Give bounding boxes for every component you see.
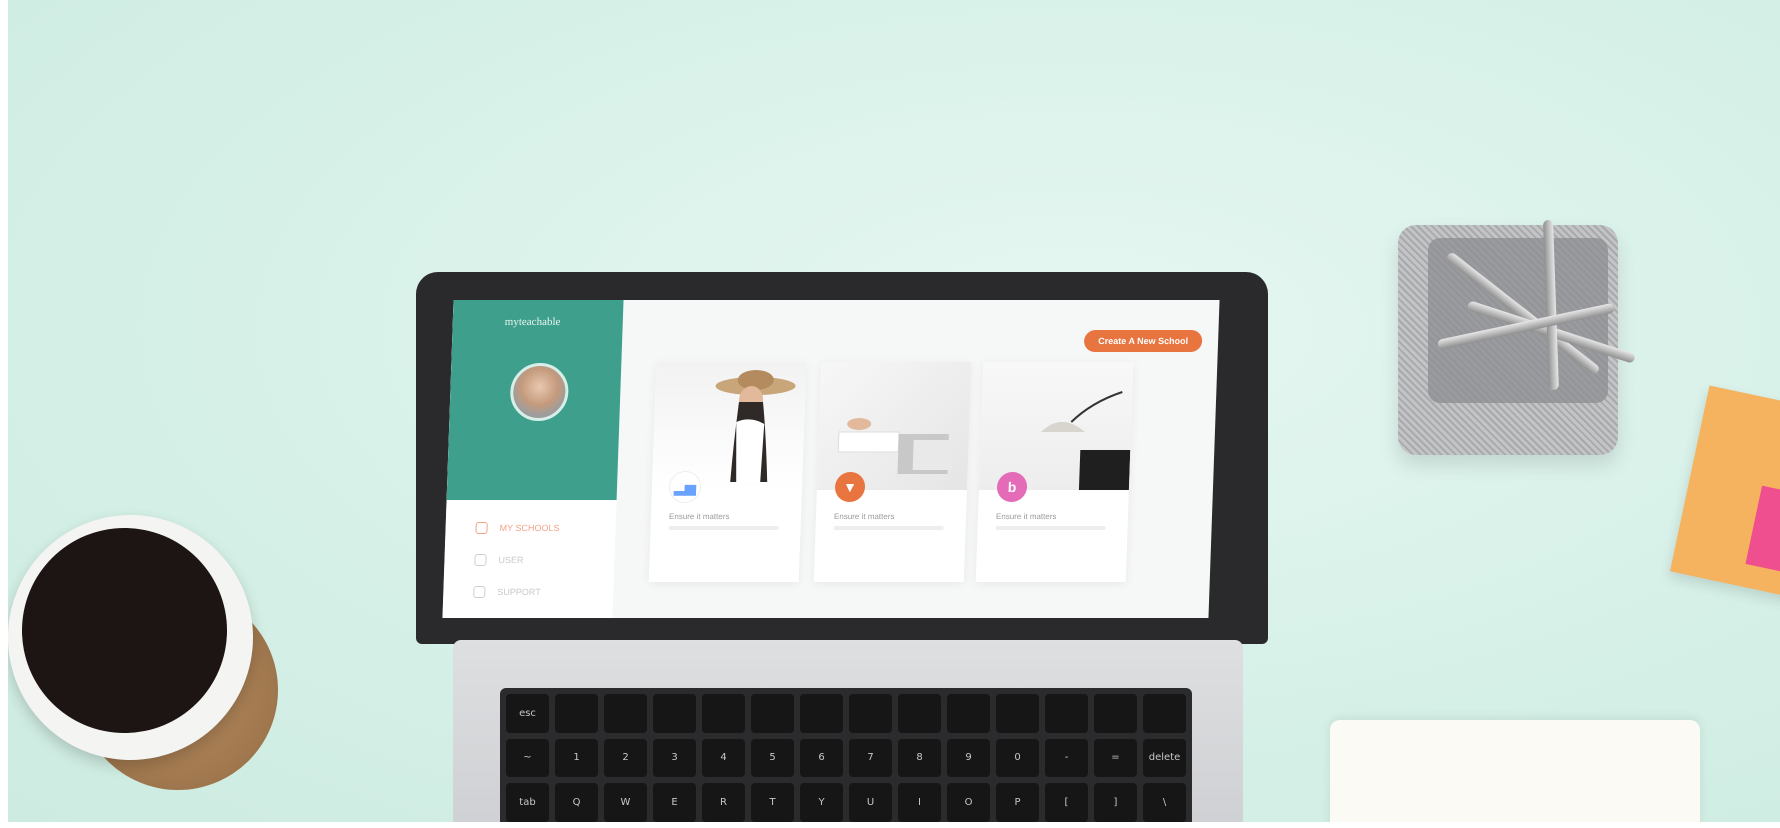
keyboard-key: T	[751, 783, 794, 822]
card-image	[978, 362, 1134, 490]
keyboard-key: 3	[653, 738, 696, 778]
school-card[interactable]: ▼ Ensure it matters	[813, 362, 972, 582]
card-title: Ensure it matters	[995, 512, 1057, 521]
menu-item-support[interactable]: SUPPORT	[473, 582, 614, 602]
keyboard-key	[898, 694, 941, 733]
keyboard-key: Y	[800, 783, 843, 822]
card-title: Ensure it matters	[833, 512, 895, 521]
menu-item-schools[interactable]: MY SCHOOLS	[475, 518, 616, 538]
user-icon	[474, 554, 487, 566]
create-school-button[interactable]: Create A New School	[1083, 330, 1203, 352]
card-image	[816, 362, 972, 490]
keyboard-key: =	[1094, 738, 1137, 778]
sidebar: myteachable MY SCHOOLS USER SUPPORT	[442, 300, 624, 618]
keyboard-key	[947, 694, 990, 733]
keyboard-key	[555, 694, 598, 733]
keyboard-key: 2	[604, 738, 647, 778]
keyboard-key: U	[849, 783, 892, 822]
keyboard-key: 9	[947, 738, 990, 778]
keyboard-key: 4	[702, 738, 745, 778]
keyboard-key: \	[1143, 783, 1186, 822]
menu-item-user[interactable]: USER	[474, 550, 615, 570]
keyboard-key: ~	[506, 738, 549, 778]
card-subtitle-placeholder	[833, 526, 944, 530]
lamp-image	[1040, 391, 1131, 490]
chart-icon: ▂▅	[669, 472, 701, 502]
sidebar-profile-panel: myteachable	[446, 300, 624, 500]
woman-with-hat-image	[715, 370, 796, 482]
desk-workspace-image	[837, 418, 954, 474]
menu-item-label: USER	[498, 555, 524, 565]
keyboard-key: tab	[506, 783, 549, 822]
avatar	[509, 363, 570, 421]
coffee	[22, 528, 227, 733]
keyboard-key	[604, 694, 647, 733]
keyboard-key: [	[1045, 783, 1088, 822]
keyboard-key: 5	[751, 738, 794, 778]
keyboard-key: W	[604, 783, 647, 822]
notepad	[1330, 720, 1700, 822]
keyboard-key: 0	[996, 738, 1039, 778]
school-card[interactable]: b Ensure it matters	[975, 362, 1134, 582]
keyboard-key: Q	[555, 783, 598, 822]
keyboard-key: 6	[800, 738, 843, 778]
keyboard-key: esc	[506, 694, 549, 733]
support-icon	[473, 586, 486, 598]
keyboard-key: O	[947, 783, 990, 822]
school-card[interactable]: ▂▅ Ensure it matters	[648, 362, 807, 582]
keyboard-key: P	[996, 783, 1039, 822]
laptop-screen: myteachable MY SCHOOLS USER SUPPORT Crea…	[442, 300, 1220, 618]
keyboard-key	[996, 694, 1039, 733]
keyboard-key: E	[653, 783, 696, 822]
beats-icon: b	[996, 472, 1028, 502]
keyboard: esc ~1 2 3 4 5 6 7 8 9 0- = delete tab Q W E R T Y U I O P[] \	[500, 688, 1192, 822]
card-image	[651, 362, 807, 490]
keyboard-key: 1	[555, 738, 598, 778]
desk-scene: myteachable MY SCHOOLS USER SUPPORT Crea…	[8, 0, 1780, 822]
brand-logo: myteachable	[504, 316, 561, 328]
schools-icon	[475, 522, 488, 534]
keyboard-key: delete	[1143, 738, 1186, 778]
keyboard-key	[800, 694, 843, 733]
keyboard-key: R	[702, 783, 745, 822]
keyboard-key	[849, 694, 892, 733]
keyboard-key	[1045, 694, 1088, 733]
keyboard-key	[653, 694, 696, 733]
keyboard-key: I	[898, 783, 941, 822]
card-subtitle-placeholder	[995, 526, 1106, 530]
keyboard-key: 8	[898, 738, 941, 778]
keyboard-key: -	[1045, 738, 1088, 778]
keyboard-key	[702, 694, 745, 733]
keyboard-key: ]	[1094, 783, 1137, 822]
menu-item-label: MY SCHOOLS	[499, 523, 560, 533]
keyboard-key	[1094, 694, 1137, 733]
card-subtitle-placeholder	[668, 526, 779, 530]
triangle-down-icon: ▼	[834, 472, 866, 502]
keyboard-key	[751, 694, 794, 733]
bottom-margin	[0, 822, 1780, 828]
keyboard-key: 7	[849, 738, 892, 778]
card-title: Ensure it matters	[668, 512, 730, 521]
menu-item-label: SUPPORT	[497, 587, 541, 597]
keyboard-key	[1143, 694, 1186, 733]
